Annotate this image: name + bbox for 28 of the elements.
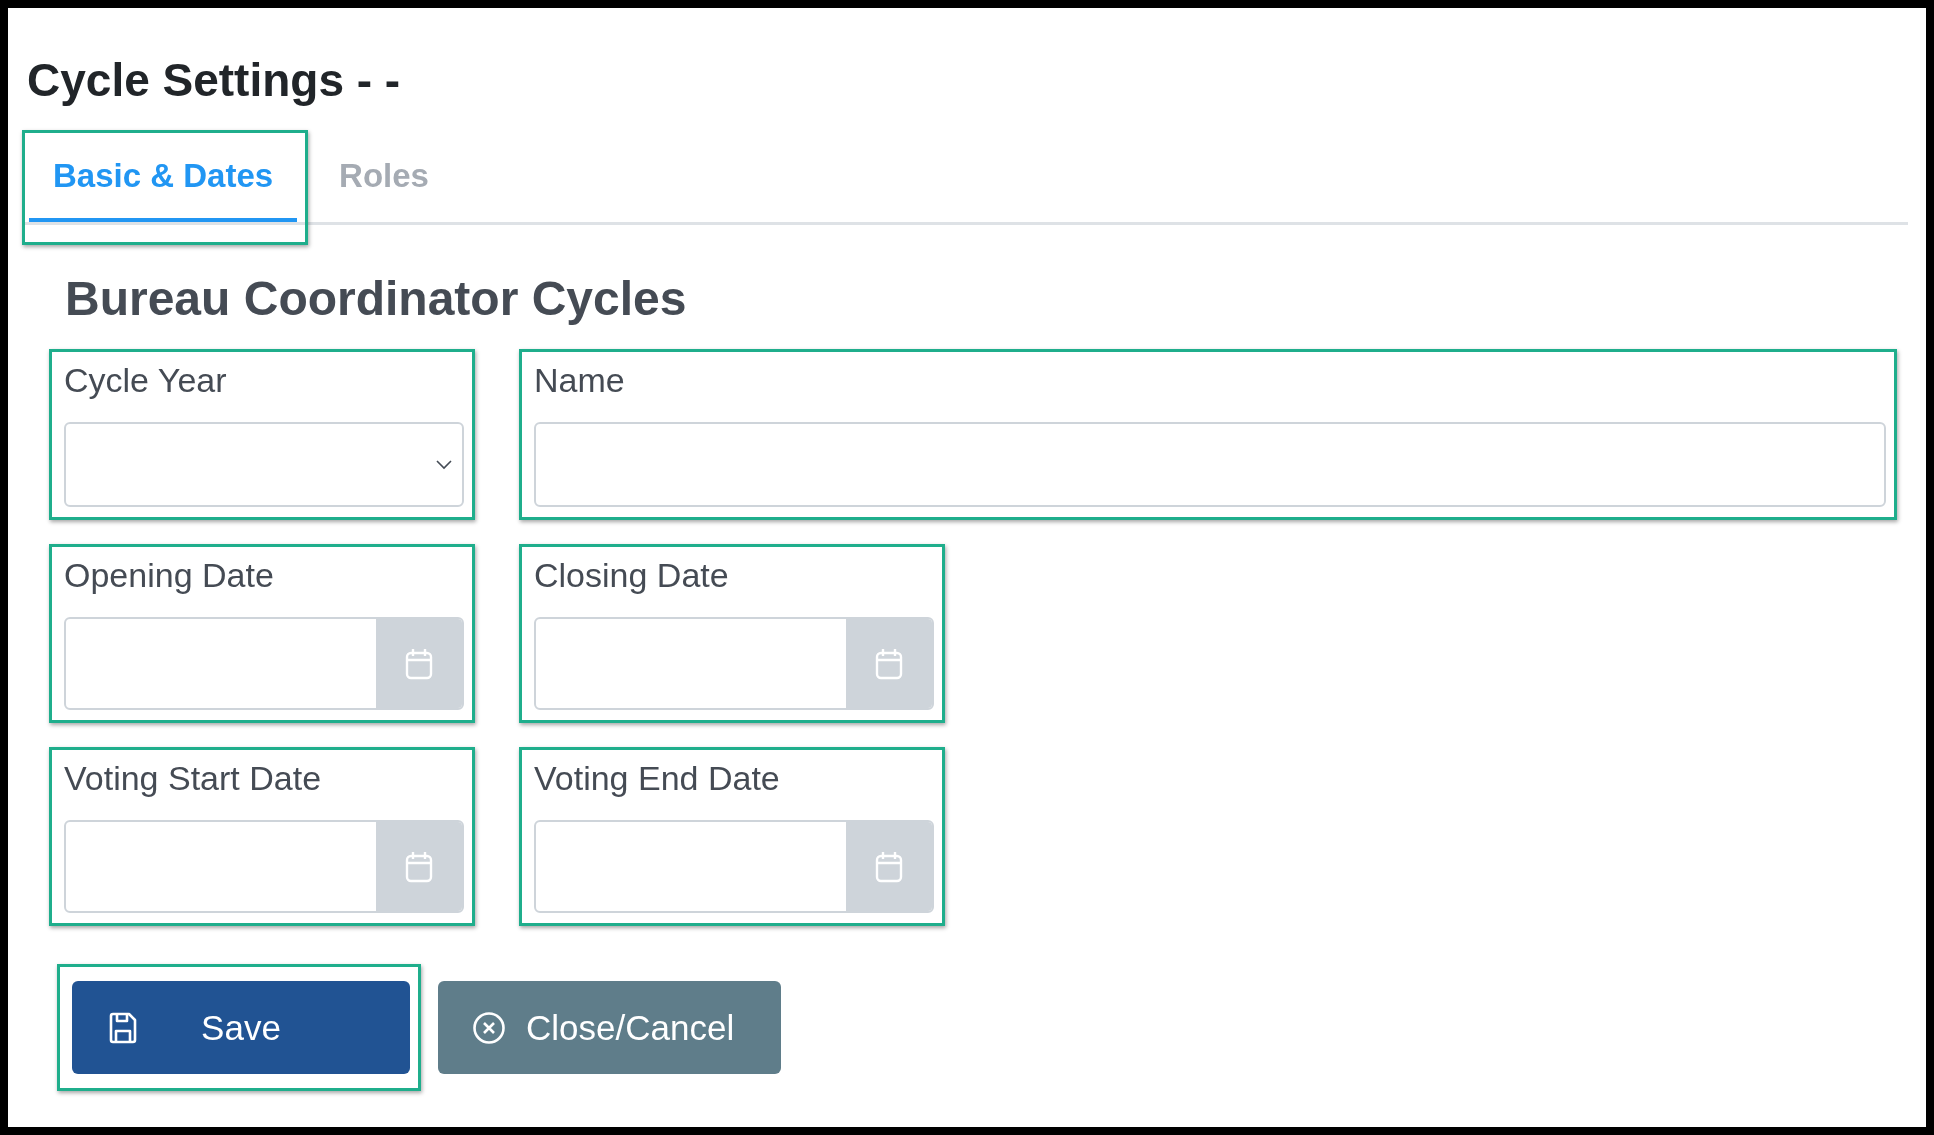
- field-label: Voting Start Date: [64, 758, 323, 799]
- section-heading: Bureau Coordinator Cycles: [65, 271, 688, 327]
- chevron-down-icon: [436, 459, 452, 470]
- date-field[interactable]: [64, 617, 464, 710]
- save-button[interactable]: Save: [72, 981, 410, 1074]
- field-label: Closing Date: [534, 555, 730, 596]
- field-label: Opening Date: [64, 555, 275, 596]
- calendar-icon: [875, 850, 903, 883]
- date-field[interactable]: [64, 820, 464, 913]
- input-field[interactable]: [534, 422, 1886, 507]
- calendar-button[interactable]: [846, 619, 932, 708]
- date-field[interactable]: [534, 617, 934, 710]
- field-label: Cycle Year: [64, 360, 228, 401]
- calendar-button[interactable]: [376, 822, 462, 911]
- calendar-icon: [875, 647, 903, 680]
- calendar-icon: [405, 850, 433, 883]
- tab[interactable]: Basic & Dates: [29, 133, 298, 222]
- field-label: Name: [534, 360, 626, 401]
- field-label: Voting End Date: [534, 758, 781, 799]
- page-title: Cycle Settings - -: [27, 53, 402, 108]
- select-field[interactable]: [64, 422, 464, 507]
- date-field[interactable]: [534, 820, 934, 913]
- calendar-button[interactable]: [846, 822, 932, 911]
- calendar-icon: [405, 647, 433, 680]
- calendar-button[interactable]: [376, 619, 462, 708]
- close-icon: [472, 1010, 506, 1045]
- tab[interactable]: Roles: [315, 133, 453, 222]
- cancel-button[interactable]: Close/Cancel: [438, 981, 781, 1074]
